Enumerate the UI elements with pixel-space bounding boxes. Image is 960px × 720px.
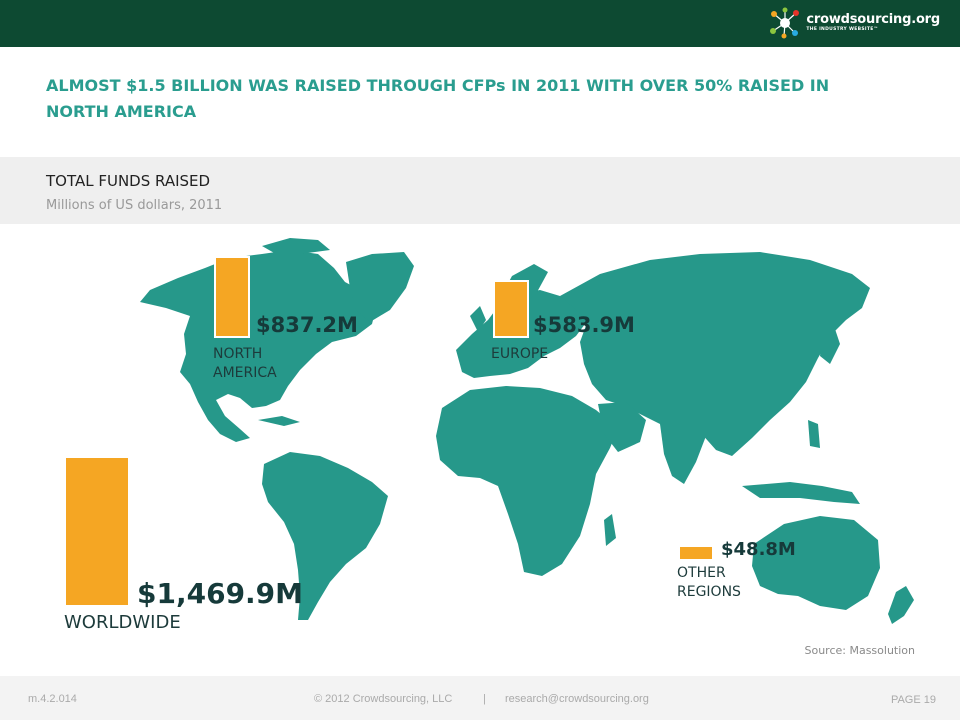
footer-separator: | xyxy=(483,693,486,705)
chart-title: TOTAL FUNDS RAISED xyxy=(46,172,211,190)
copyright-text: © 2012 Crowdsourcing, LLC xyxy=(314,693,453,705)
value-label-europe: $583.9M xyxy=(533,313,635,337)
indonesia-shape xyxy=(742,482,860,504)
arctic-islands-shape xyxy=(262,238,330,254)
region-label-other-regions: OTHER REGIONS xyxy=(677,565,741,600)
region-label-north-america: NORTH AMERICA xyxy=(213,346,277,381)
bar-north-america xyxy=(214,256,250,338)
header-bar: crowdsourcing.org THE INDUSTRY WEBSITE™ xyxy=(0,0,960,47)
value-label-worldwide: $1,469.9M xyxy=(137,577,304,610)
region-label-europe: EUROPE xyxy=(491,346,549,362)
logo-name: crowdsourcing.org xyxy=(806,12,940,28)
value-label-other-regions: $48.8M xyxy=(721,539,796,560)
crowdsourcing-logo[interactable]: crowdsourcing.org THE INDUSTRY WEBSITE™ xyxy=(768,6,940,40)
contact-email-link[interactable]: research@crowdsourcing.org xyxy=(505,693,649,705)
bar-europe xyxy=(493,280,529,338)
value-label-north-america: $837.2M xyxy=(256,313,358,337)
network-logo-icon xyxy=(770,7,800,39)
page-number: PAGE 19 xyxy=(890,694,936,706)
chart-subtitle: Millions of US dollars, 2011 xyxy=(46,198,223,213)
logo-tagline: THE INDUSTRY WEBSITE™ xyxy=(806,27,879,33)
new-zealand-shape xyxy=(888,586,914,624)
bar-worldwide xyxy=(66,458,128,605)
source-note: Source: Massolution xyxy=(804,644,915,657)
philippines-shape xyxy=(808,420,820,448)
africa-shape xyxy=(436,386,618,576)
continents xyxy=(140,238,914,624)
madagascar-shape xyxy=(604,514,616,546)
chart-header-panel xyxy=(0,157,960,224)
footer: m.4.2.014 © 2012 Crowdsourcing, LLC | re… xyxy=(0,676,960,720)
headline: ALMOST $1.5 BILLION WAS RAISED THROUGH C… xyxy=(46,76,830,121)
document-code: m.4.2.014 xyxy=(28,693,77,705)
australia-shape xyxy=(752,516,880,610)
bar-other-regions xyxy=(680,547,712,559)
region-label-worldwide: WORLDWIDE xyxy=(64,612,181,633)
caribbean-shape xyxy=(258,416,300,426)
india-shape xyxy=(660,422,706,484)
